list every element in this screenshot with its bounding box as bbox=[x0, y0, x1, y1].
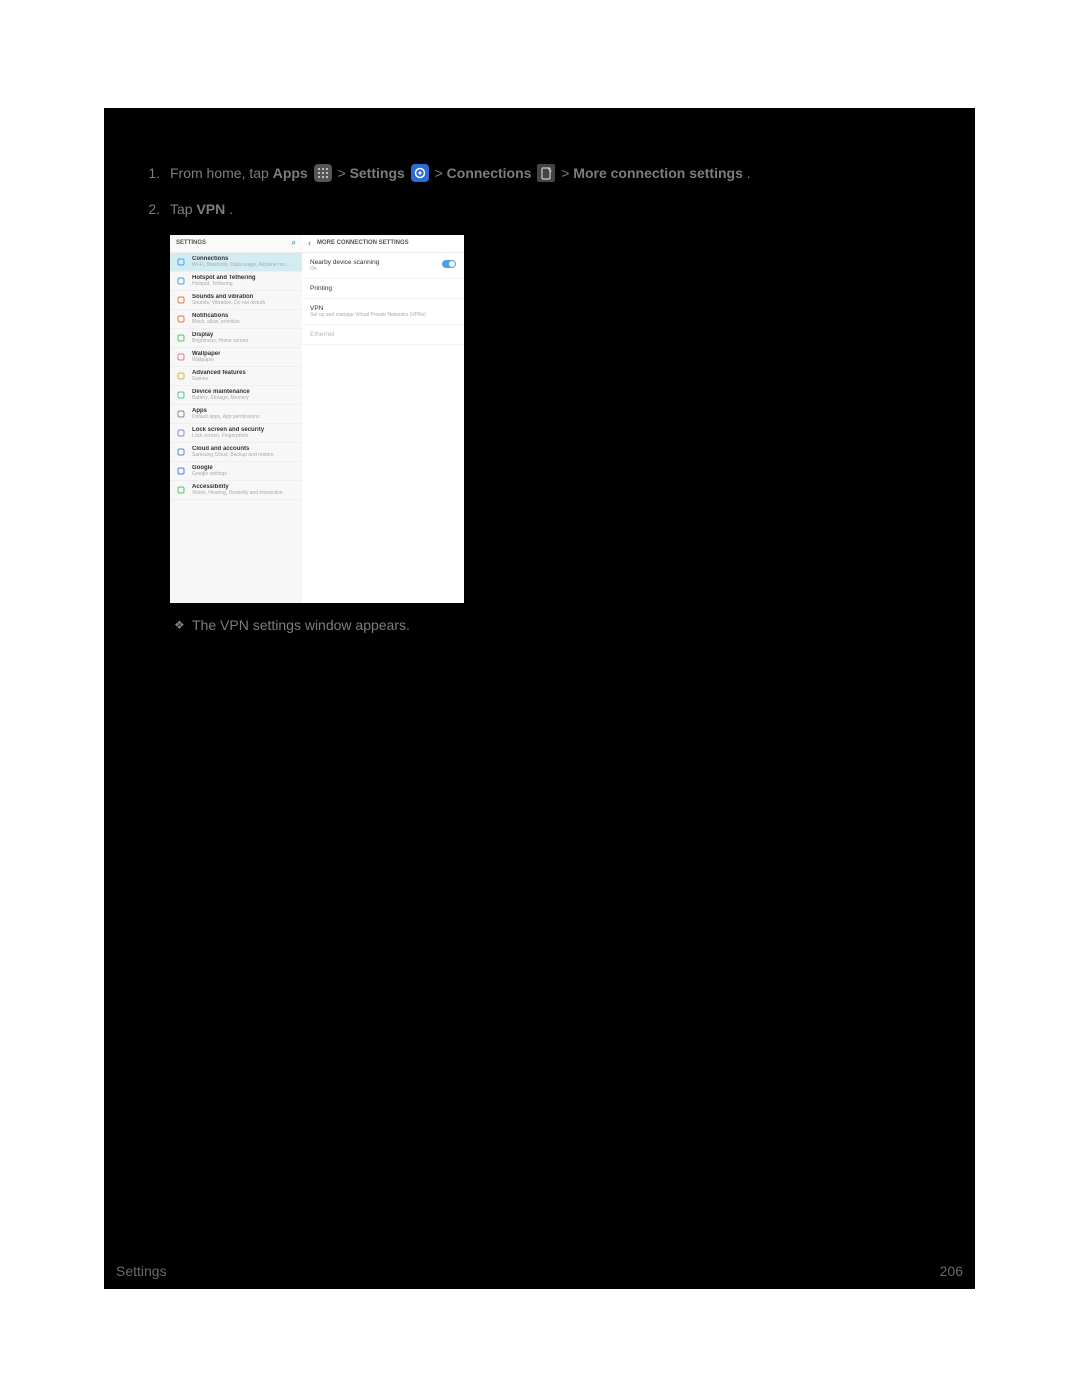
step-2-body: Tap VPN . bbox=[170, 198, 945, 220]
connections-label: Connections bbox=[447, 165, 532, 181]
sidebar-item-connections[interactable]: ConnectionsWi-Fi, Bluetooth, Data usage,… bbox=[170, 253, 302, 272]
diamond-bullet-icon: ❖ bbox=[174, 617, 192, 632]
content-area: 1. From home, tap Apps > Settings > Conn… bbox=[144, 162, 945, 633]
result-line: ❖ The VPN settings window appears. bbox=[174, 617, 945, 633]
sidebar-item-subtitle: Samsung Cloud, Backup and restore bbox=[192, 452, 274, 458]
sidebar-item-icon bbox=[176, 390, 186, 400]
sidebar-item-icon bbox=[176, 314, 186, 324]
sidebar-item-icon bbox=[176, 409, 186, 419]
step-1-number: 1. bbox=[144, 162, 170, 184]
sidebar-item-accessibility[interactable]: AccessibilityVision, Hearing, Dexterity … bbox=[170, 481, 302, 500]
page-footer: Settings 206 bbox=[116, 1263, 963, 1279]
detail-item-subtitle: On bbox=[310, 266, 456, 272]
sidebar-item-icon bbox=[176, 276, 186, 286]
sidebar-item-subtitle: Games bbox=[192, 376, 246, 382]
sidebar-item-subtitle: Battery, Storage, Memory bbox=[192, 395, 250, 401]
toggle-switch[interactable] bbox=[442, 260, 456, 268]
embedded-screenshot: SETTINGS ⌕ ConnectionsWi-Fi, Bluetooth, … bbox=[170, 235, 464, 603]
step-2-end: . bbox=[229, 201, 233, 217]
sidebar-item-subtitle: Google settings bbox=[192, 471, 227, 477]
settings-sidebar: SETTINGS ⌕ ConnectionsWi-Fi, Bluetooth, … bbox=[170, 235, 302, 603]
sidebar-item-subtitle: Wi-Fi, Bluetooth, Data usage, Airplane m… bbox=[192, 262, 289, 268]
settings-label: Settings bbox=[350, 165, 405, 181]
sidebar-item-subtitle: Hotspot, Tethering bbox=[192, 281, 256, 287]
more-conn-label: More connection settings bbox=[573, 165, 743, 181]
sidebar-item-cloud-and-accounts[interactable]: Cloud and accountsSamsung Cloud, Backup … bbox=[170, 443, 302, 462]
step-1: 1. From home, tap Apps > Settings > Conn… bbox=[144, 162, 945, 184]
sidebar-item-icon bbox=[176, 466, 186, 476]
step-2: 2. Tap VPN . bbox=[144, 198, 945, 220]
search-icon[interactable]: ⌕ bbox=[292, 238, 296, 248]
detail-item-title: Printing bbox=[310, 285, 456, 292]
sidebar-item-subtitle: Sounds, Vibration, Do not disturb bbox=[192, 300, 265, 306]
sidebar-item-sounds-and-vibration[interactable]: Sounds and vibrationSounds, Vibration, D… bbox=[170, 291, 302, 310]
sidebar-item-advanced-features[interactable]: Advanced featuresGames bbox=[170, 367, 302, 386]
sidebar-item-subtitle: Vision, Hearing, Dexterity and interacti… bbox=[192, 490, 283, 496]
detail-item-nearby-device-scanning[interactable]: Nearby device scanningOn bbox=[302, 253, 464, 279]
sidebar-item-hotspot-and-tethering[interactable]: Hotspot and TetheringHotspot, Tethering bbox=[170, 272, 302, 291]
sidebar-item-apps[interactable]: AppsDefault apps, App permissions bbox=[170, 405, 302, 424]
apps-icon bbox=[314, 164, 332, 182]
manual-page: 1. From home, tap Apps > Settings > Conn… bbox=[104, 108, 975, 1289]
step-1-prefix: From home, tap bbox=[170, 165, 273, 181]
detail-item-title: Ethernet bbox=[310, 331, 456, 338]
result-text: The VPN settings window appears. bbox=[192, 617, 410, 633]
sidebar-item-notifications[interactable]: NotificationsBlock, allow, prioritize bbox=[170, 310, 302, 329]
sidebar-item-display[interactable]: DisplayBrightness, Home screen bbox=[170, 329, 302, 348]
sidebar-item-google[interactable]: GoogleGoogle settings bbox=[170, 462, 302, 481]
sidebar-item-icon bbox=[176, 447, 186, 457]
sidebar-item-lock-screen-and-security[interactable]: Lock screen and securityLock screen, Fin… bbox=[170, 424, 302, 443]
settings-detail-pane: ‹ MORE CONNECTION SETTINGS Nearby device… bbox=[302, 235, 464, 603]
sidebar-item-subtitle: Lock screen, Fingerprints bbox=[192, 433, 264, 439]
detail-item-vpn[interactable]: VPNSet up and manage Virtual Private Net… bbox=[302, 299, 464, 325]
sidebar-item-icon bbox=[176, 371, 186, 381]
sidebar-item-icon bbox=[176, 485, 186, 495]
sep-1: > bbox=[337, 165, 349, 181]
page-outer: 1. From home, tap Apps > Settings > Conn… bbox=[0, 0, 1080, 1397]
sidebar-item-subtitle: Brightness, Home screen bbox=[192, 338, 248, 344]
detail-item-title: VPN bbox=[310, 305, 456, 312]
step-1-body: From home, tap Apps > Settings > Connect… bbox=[170, 162, 945, 184]
sidebar-item-device-maintenance[interactable]: Device maintenanceBattery, Storage, Memo… bbox=[170, 386, 302, 405]
sidebar-item-icon bbox=[176, 257, 186, 267]
sidebar-item-subtitle: Default apps, App permissions bbox=[192, 414, 260, 420]
settings-title: SETTINGS bbox=[176, 240, 206, 246]
sidebar-item-icon bbox=[176, 428, 186, 438]
settings-icon bbox=[411, 164, 429, 182]
footer-page-number: 206 bbox=[940, 1263, 963, 1279]
sidebar-item-icon bbox=[176, 295, 186, 305]
sidebar-item-subtitle: Wallpaper bbox=[192, 357, 220, 363]
step-2-prefix: Tap bbox=[170, 201, 196, 217]
footer-section: Settings bbox=[116, 1263, 167, 1279]
detail-item-printing[interactable]: Printing bbox=[302, 279, 464, 299]
back-icon[interactable]: ‹ bbox=[308, 238, 311, 248]
step-2-number: 2. bbox=[144, 198, 170, 220]
sidebar-item-icon bbox=[176, 352, 186, 362]
sep-2: > bbox=[435, 165, 447, 181]
detail-title: MORE CONNECTION SETTINGS bbox=[317, 240, 409, 246]
step-1-end: . bbox=[747, 165, 751, 181]
vpn-label: VPN bbox=[196, 201, 225, 217]
detail-header: ‹ MORE CONNECTION SETTINGS bbox=[302, 235, 464, 253]
detail-item-subtitle: Set up and manage Virtual Private Networ… bbox=[310, 312, 456, 318]
sidebar-item-icon bbox=[176, 333, 186, 343]
detail-item-title: Nearby device scanning bbox=[310, 259, 456, 266]
detail-item-ethernet: Ethernet bbox=[302, 325, 464, 345]
connections-icon bbox=[537, 164, 555, 182]
apps-label: Apps bbox=[273, 165, 308, 181]
sidebar-item-subtitle: Block, allow, prioritize bbox=[192, 319, 240, 325]
sep-3: > bbox=[561, 165, 573, 181]
sidebar-item-wallpaper[interactable]: WallpaperWallpaper bbox=[170, 348, 302, 367]
settings-sidebar-header: SETTINGS ⌕ bbox=[170, 235, 302, 253]
